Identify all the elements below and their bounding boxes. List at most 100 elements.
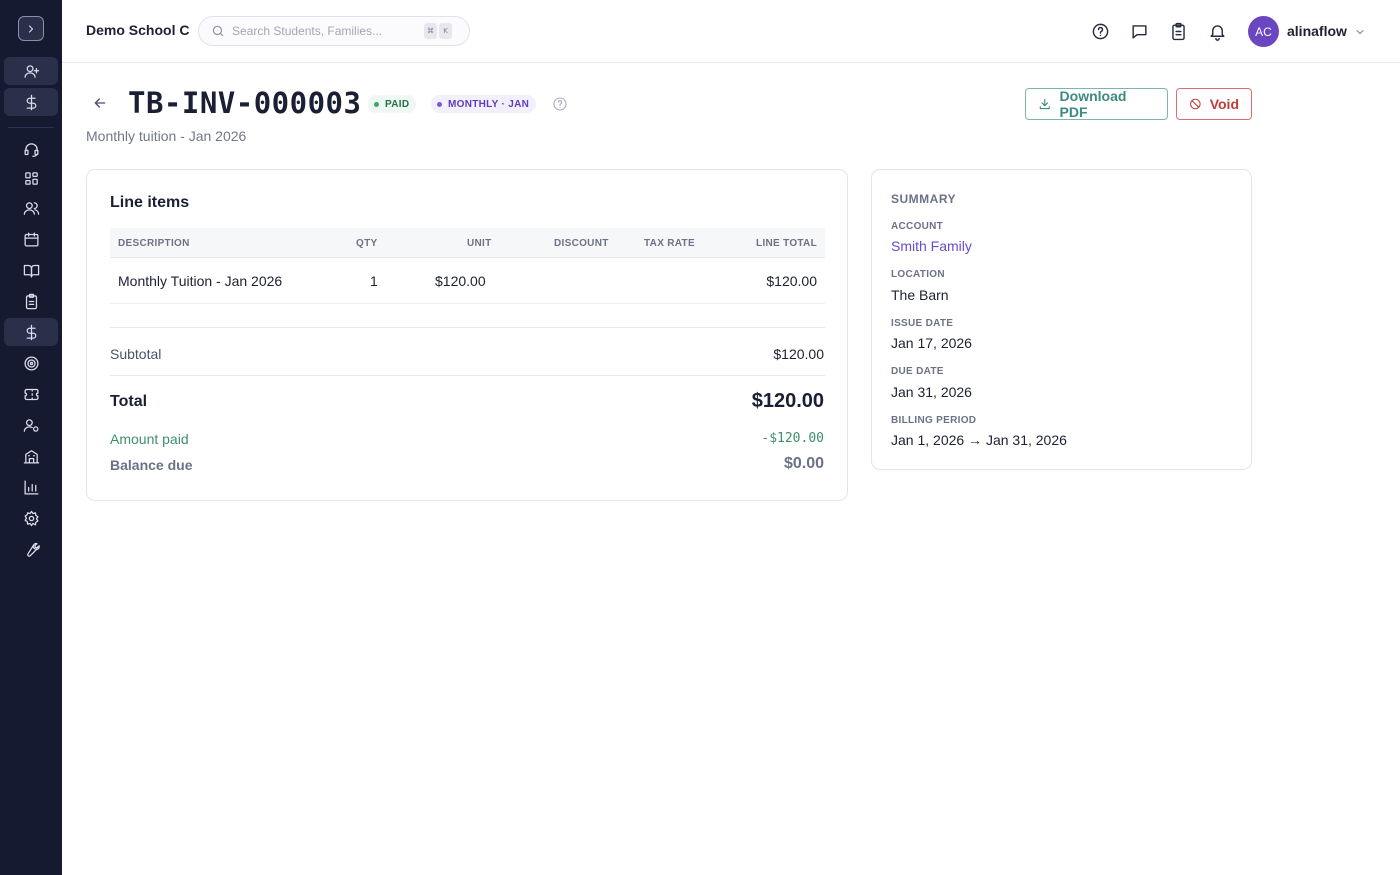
target-icon (23, 355, 39, 371)
billing-period-badge: MONTHLY · JAN (431, 95, 537, 113)
cell-qty: 1 (370, 273, 378, 289)
dollar-icon (26, 324, 36, 340)
account-label: ACCOUNT (891, 221, 944, 232)
chevron-right-icon (29, 25, 33, 32)
calendar-icon (23, 231, 39, 247)
period-dot (437, 101, 442, 107)
balance-due-value: $0.00 (783, 455, 824, 472)
help-circle-icon (553, 97, 567, 111)
global-search[interactable]: ⌘ K (198, 16, 470, 46)
total-label: Total (110, 393, 148, 410)
sidebar-item-support[interactable] (4, 135, 58, 163)
total-value: $120.00 (751, 390, 824, 412)
due-date-value: Jan 31, 2026 (891, 384, 972, 400)
sidebar-item-tools[interactable] (4, 535, 58, 563)
download-icon (1039, 98, 1050, 110)
sidebar-item-add-student[interactable] (4, 57, 58, 85)
sidebar-item-goals[interactable] (4, 349, 58, 377)
total-divider (110, 375, 825, 376)
grid-icon (24, 171, 38, 185)
cell-line-total: $120.00 (766, 273, 817, 289)
location-label: LOCATION (891, 269, 945, 280)
column-header-discount: DISCOUNT (554, 238, 609, 249)
help-button[interactable] (1089, 20, 1111, 42)
user-menu-toggle[interactable] (1354, 25, 1366, 43)
due-date-label: DUE DATE (891, 366, 944, 377)
issue-date-value: Jan 17, 2026 (891, 335, 972, 351)
status-dot (374, 101, 379, 107)
bell-icon (1209, 24, 1225, 41)
top-bar: Demo School C ⌘ K AC alinaflow (62, 0, 1400, 63)
invoice-description: Monthly tuition - Jan 2026 (86, 128, 247, 144)
location-value: The Barn (891, 287, 949, 303)
headset-icon (23, 142, 39, 157)
ban-icon (1190, 98, 1201, 110)
account-link[interactable]: Smith Family (891, 238, 972, 254)
sidebar-item-billing[interactable] (4, 318, 58, 346)
amount-paid-value: -$120.00 (761, 431, 824, 446)
messages-button[interactable] (1128, 20, 1150, 42)
invoice-help-button[interactable] (552, 96, 568, 117)
sidebar-item-dashboard[interactable] (4, 164, 58, 192)
column-header-tax-rate: TAX RATE (644, 238, 695, 249)
download-pdf-label: Download PDF (1059, 88, 1127, 120)
arrow-left-icon (94, 98, 106, 108)
subtotal-label: Subtotal (110, 346, 162, 362)
back-button[interactable] (92, 95, 110, 113)
sidebar-item-billing-quick[interactable] (4, 88, 58, 116)
user-plus-icon (23, 64, 39, 78)
billing-period-label: BILLING PERIOD (891, 415, 977, 426)
sidebar-item-curriculum[interactable] (4, 256, 58, 284)
billing-period-value: Jan 1, 2026 → Jan 31, 2026 (891, 432, 1067, 448)
status-badge: PAID (368, 95, 417, 113)
line-items-title: Line items (110, 194, 190, 211)
search-icon (212, 25, 224, 37)
chevron-down-icon (1356, 30, 1364, 34)
book-icon (23, 264, 39, 278)
clipboard-icon (1171, 22, 1185, 40)
sidebar-item-staff[interactable] (4, 411, 58, 439)
user-avatar[interactable]: AC (1248, 16, 1279, 47)
building-icon (23, 449, 39, 464)
subtotal-value: $120.00 (773, 346, 824, 362)
void-label: Void (1209, 96, 1239, 112)
sidebar-item-tasks[interactable] (4, 287, 58, 315)
column-header-qty: QTY (356, 238, 378, 249)
gear-icon (23, 510, 39, 526)
sidebar-toggle-button[interactable] (18, 16, 44, 41)
sidebar-item-people[interactable] (4, 194, 58, 222)
issue-date-label: ISSUE DATE (891, 318, 954, 329)
totals-divider (110, 327, 825, 328)
school-name: Demo School C (86, 22, 190, 38)
bar-chart-icon (23, 479, 39, 495)
table-row: Monthly Tuition - Jan 2026 1 $120.00 $12… (110, 259, 825, 304)
sidebar-item-tickets[interactable] (4, 380, 58, 408)
users-icon (23, 201, 39, 215)
sidebar-item-calendar[interactable] (4, 225, 58, 253)
column-header-line-total: LINE TOTAL (756, 238, 817, 249)
sidebar-item-reports[interactable] (4, 473, 58, 501)
invoice-id: TB-INV-000003 (128, 86, 362, 120)
line-items-card: Line items DESCRIPTION QTY UNIT DISCOUNT… (86, 169, 848, 501)
user-settings-icon (23, 418, 39, 432)
sidebar-item-settings[interactable] (4, 504, 58, 532)
ticket-icon (23, 388, 39, 400)
table-header: DESCRIPTION QTY UNIT DISCOUNT TAX RATE L… (110, 228, 825, 258)
notifications-button[interactable] (1206, 20, 1228, 42)
wrench-icon (26, 542, 40, 557)
summary-heading: SUMMARY (891, 192, 957, 206)
balance-due-label: Balance due (110, 457, 193, 473)
help-circle-icon (1092, 23, 1108, 39)
void-button[interactable]: Void (1176, 88, 1252, 120)
cell-unit: $120.00 (435, 273, 486, 289)
search-input[interactable] (232, 24, 422, 38)
sidebar-divider (8, 127, 54, 128)
clipboard-icon (25, 293, 37, 309)
sidebar-nav (0, 0, 62, 875)
tasks-button[interactable] (1167, 20, 1189, 42)
dollar-icon (26, 94, 36, 110)
download-pdf-button[interactable]: Download PDF (1025, 88, 1168, 120)
user-name[interactable]: alinaflow (1287, 23, 1347, 39)
column-header-unit: UNIT (467, 238, 492, 249)
sidebar-item-buildings[interactable] (4, 442, 58, 470)
